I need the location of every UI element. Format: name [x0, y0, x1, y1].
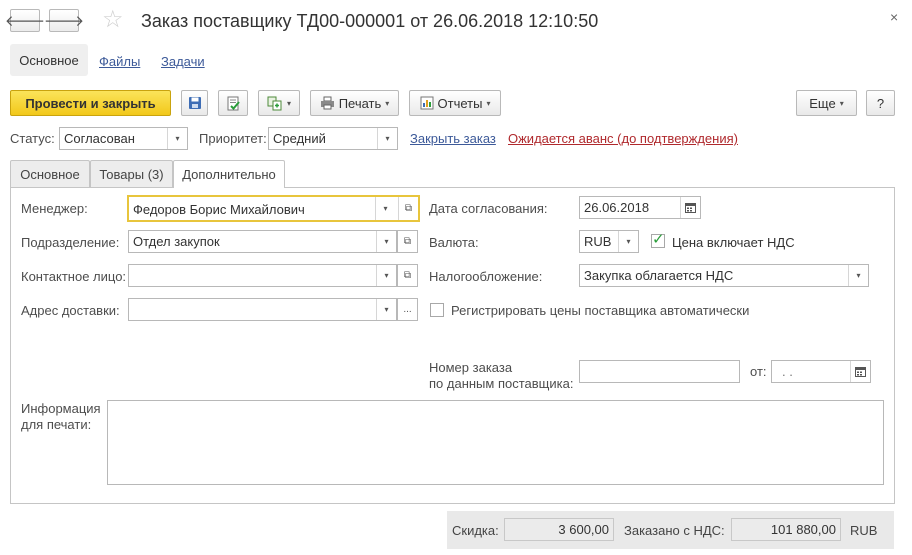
- approval-date-field[interactable]: 26.06.2018: [579, 196, 701, 219]
- more-button[interactable]: Еще ▾: [796, 90, 857, 116]
- printer-icon: [320, 96, 334, 110]
- page-title: Заказ поставщику ТД00-000001 от 26.06.20…: [141, 11, 599, 31]
- open-icon[interactable]: ⧉: [398, 197, 418, 220]
- arrow-left-icon: 🡐: [4, 13, 46, 30]
- address-field[interactable]: ▾: [128, 298, 397, 321]
- taxation-label: Налогообложение:: [429, 269, 543, 284]
- dropdown-caret-icon: ▾: [486, 98, 491, 108]
- dropdown-icon[interactable]: ▾: [376, 265, 396, 286]
- help-button[interactable]: ?: [866, 90, 895, 116]
- contact-field[interactable]: ▾: [128, 264, 397, 287]
- currency-value: RUB: [584, 234, 612, 249]
- address-label: Адрес доставки:: [21, 303, 120, 318]
- price-incl-vat-label: Цена включает НДС: [672, 235, 795, 250]
- subnav-main[interactable]: Основное: [10, 44, 88, 76]
- currency-label: Валюта:: [429, 235, 479, 250]
- department-field[interactable]: Отдел закупок ▾: [128, 230, 397, 253]
- footer-currency: RUB: [850, 523, 878, 538]
- post-button[interactable]: [218, 90, 248, 116]
- tab-goods[interactable]: Товары (3): [90, 160, 173, 187]
- taxation-value: Закупка облагается НДС: [584, 268, 734, 283]
- approval-date-label: Дата согласования:: [429, 201, 548, 216]
- print-info-label-line1: Информация: [21, 401, 101, 416]
- save-button[interactable]: [181, 90, 208, 116]
- supplier-order-label-line1: Номер заказа: [429, 360, 513, 375]
- contact-label: Контактное лицо:: [21, 269, 127, 284]
- open-icon[interactable]: ⧉: [397, 264, 418, 287]
- tab-additional[interactable]: Дополнительно: [173, 160, 285, 188]
- calendar-icon[interactable]: [850, 361, 870, 382]
- reports-button[interactable]: Отчеты ▾: [409, 90, 501, 116]
- dropdown-icon[interactable]: ▾: [848, 265, 868, 286]
- dropdown-icon[interactable]: ▾: [375, 197, 395, 220]
- print-button-label: Печать: [338, 95, 382, 111]
- reports-button-label: Отчеты: [437, 95, 483, 111]
- dropdown-icon[interactable]: ▾: [376, 299, 396, 320]
- department-value: Отдел закупок: [133, 234, 220, 249]
- discount-value: 3 600,00: [504, 518, 614, 541]
- priority-select[interactable]: Средний ▾: [268, 127, 398, 150]
- status-select[interactable]: Согласован ▾: [59, 127, 188, 150]
- dropdown-icon[interactable]: ▾: [167, 128, 187, 149]
- back-button[interactable]: 🡐: [5, 9, 45, 32]
- manager-label: Менеджер:: [21, 201, 88, 216]
- post-and-close-button[interactable]: Провести и закрыть: [10, 90, 171, 116]
- close-icon[interactable]: ×: [890, 9, 898, 25]
- from-label: от:: [750, 364, 767, 379]
- status-label: Статус:: [10, 131, 55, 146]
- close-order-link[interactable]: Закрыть заказ: [410, 131, 496, 146]
- tab-main[interactable]: Основное: [10, 160, 90, 187]
- open-icon[interactable]: ⧉: [397, 230, 418, 253]
- create-based-on-button[interactable]: ▾: [258, 90, 300, 116]
- more-button-label: Еще: [809, 95, 836, 111]
- status-value: Согласован: [64, 131, 135, 146]
- checkmark-icon: ✓: [652, 231, 665, 248]
- supplier-order-number-field[interactable]: [579, 360, 740, 383]
- post-document-icon: [227, 96, 240, 110]
- supplier-order-date-field[interactable]: . .: [771, 360, 871, 383]
- dropdown-icon[interactable]: ▾: [376, 231, 396, 252]
- register-prices-checkbox[interactable]: [430, 303, 444, 317]
- approval-date-value: 26.06.2018: [584, 200, 650, 215]
- ellipsis-button[interactable]: ...: [397, 298, 418, 321]
- print-button[interactable]: Печать ▾: [310, 90, 399, 116]
- dropdown-icon[interactable]: ▾: [618, 231, 638, 252]
- department-label: Подразделение:: [21, 235, 120, 250]
- dropdown-caret-icon: ▾: [385, 98, 390, 108]
- advance-expected-link[interactable]: Ожидается аванс (до подтверждения): [508, 131, 738, 146]
- calendar-icon[interactable]: [680, 197, 700, 218]
- ordered-vat-label: Заказано с НДС:: [624, 523, 725, 538]
- reports-icon: [420, 96, 434, 110]
- save-icon: [188, 97, 201, 109]
- supplier-order-label-line2: по данным поставщика:: [429, 376, 574, 391]
- price-incl-vat-checkbox[interactable]: ✓: [651, 231, 665, 248]
- favorite-star-icon[interactable]: ☆: [102, 8, 124, 32]
- print-info-textarea[interactable]: [107, 400, 884, 485]
- manager-field[interactable]: Федоров Борис Михайлович ▾ ⧉: [127, 195, 420, 222]
- forward-button[interactable]: 🡒: [44, 9, 84, 32]
- dropdown-caret-icon: ▾: [286, 98, 291, 108]
- create-based-on-icon: [267, 96, 282, 110]
- manager-value: Федоров Борис Михайлович: [133, 202, 305, 217]
- taxation-select[interactable]: Закупка облагается НДС ▾: [579, 264, 869, 287]
- supplier-order-date-value: . .: [782, 364, 793, 379]
- priority-value: Средний: [273, 131, 326, 146]
- dropdown-caret-icon: ▾: [839, 98, 844, 108]
- print-info-label-line2: для печати:: [21, 417, 92, 432]
- subnav-files-link[interactable]: Файлы: [99, 54, 140, 69]
- priority-label: Приоритет:: [199, 131, 267, 146]
- discount-label: Скидка:: [452, 523, 499, 538]
- subnav-tasks-link[interactable]: Задачи: [161, 54, 205, 69]
- dropdown-icon[interactable]: ▾: [377, 128, 397, 149]
- arrow-right-icon: 🡒: [43, 13, 85, 30]
- ordered-vat-value: 101 880,00: [731, 518, 841, 541]
- currency-select[interactable]: RUB ▾: [579, 230, 639, 253]
- register-prices-label: Регистрировать цены поставщика автоматич…: [451, 303, 750, 318]
